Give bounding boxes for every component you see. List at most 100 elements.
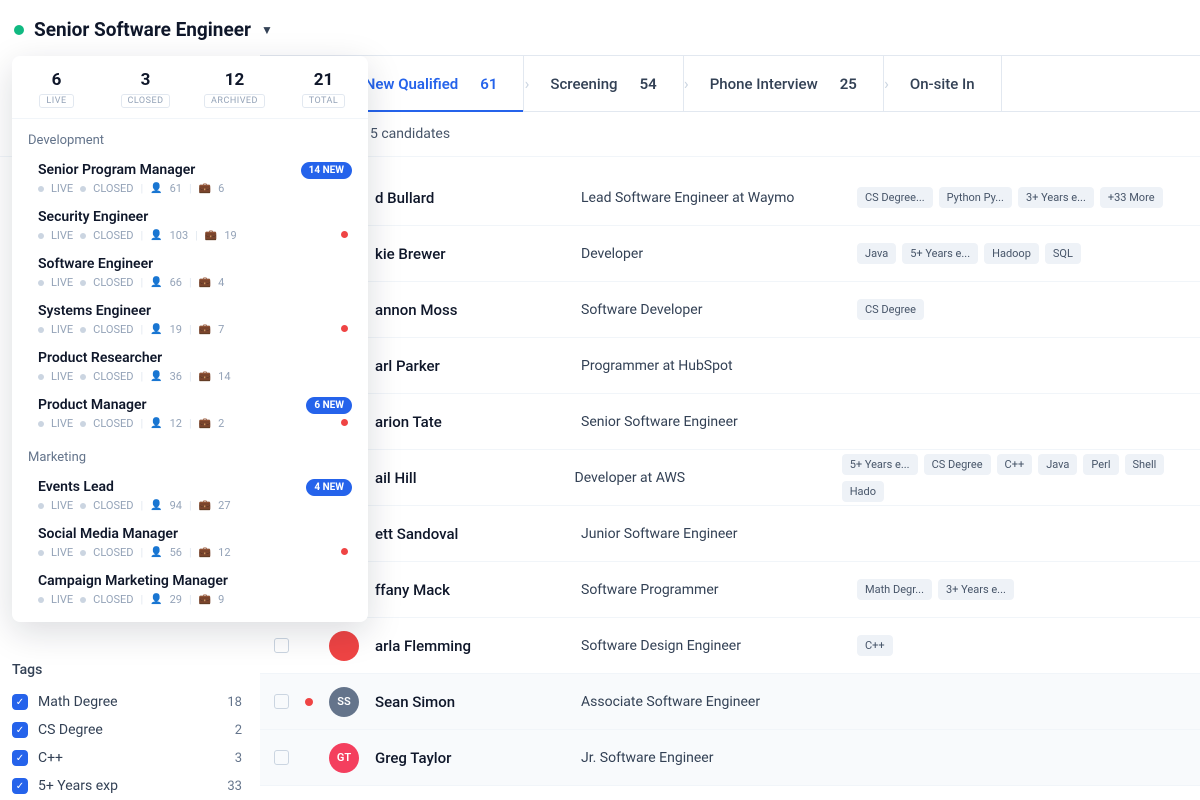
job-item[interactable]: Systems Engineer LIVECLOSED|👤19|💼7 — [12, 295, 368, 342]
stage-label: Phone Interview — [710, 75, 818, 93]
filter-checkbox[interactable]: ✓ — [12, 722, 28, 738]
dot-icon — [38, 503, 44, 509]
stage-label: Screening — [550, 75, 617, 93]
pipeline-stage[interactable]: Screening54› — [524, 56, 683, 111]
candidate-row[interactable]: annon MossSoftware DeveloperCS Degree — [260, 282, 1200, 338]
summary-cell[interactable]: 12ARCHIVED — [190, 56, 279, 118]
dot-icon — [80, 327, 86, 333]
filter-checkbox[interactable]: ✓ — [12, 750, 28, 766]
dot-icon — [80, 374, 86, 380]
tag-list: Java 5+ Years e... Hadoop SQL — [857, 243, 1081, 264]
tag-chip[interactable]: +33 More — [1100, 187, 1163, 208]
pipeline-stage[interactable]: On-site In — [884, 56, 1002, 111]
tag-chip[interactable]: 3+ Years e... — [938, 579, 1014, 600]
new-badge: 6 NEW — [306, 397, 352, 414]
tag-chip[interactable]: Perl — [1083, 454, 1118, 475]
row-checkbox[interactable] — [274, 638, 289, 653]
job-item[interactable]: Events LeadLIVECLOSED|👤94|💼274 NEW — [12, 471, 368, 518]
tag-chip[interactable]: C++ — [857, 635, 893, 656]
summary-cell[interactable]: 6LIVE — [12, 56, 101, 118]
dot-icon — [38, 186, 44, 192]
tag-chip[interactable]: C++ — [997, 454, 1033, 475]
person-icon: 👤 — [150, 594, 162, 605]
sidebar-tags: Tags ✓Math Degree18✓CS Degree2✓C++3✓5+ Y… — [12, 662, 242, 800]
row-checkbox[interactable] — [274, 750, 289, 765]
job-name: Software Engineer — [38, 256, 352, 272]
tag-filter-row[interactable]: ✓Math Degree18 — [12, 688, 242, 716]
job-name: Product Manager — [38, 397, 352, 413]
candidate-row[interactable]: arla FlemmingSoftware Design EngineerC++ — [260, 618, 1200, 674]
alert-dot-icon — [341, 548, 348, 555]
summary-cell[interactable]: 21TOTAL — [279, 56, 368, 118]
candidate-name: arion Tate — [375, 413, 565, 431]
candidate-row[interactable]: ffany MackSoftware ProgrammerMath Degr..… — [260, 562, 1200, 618]
job-item[interactable]: Social Media ManagerLIVECLOSED|👤56|💼12 — [12, 518, 368, 565]
filter-checkbox[interactable]: ✓ — [12, 778, 28, 794]
candidate-name: annon Moss — [375, 301, 565, 319]
candidate-row[interactable]: d BullardLead Software Engineer at Waymo… — [260, 170, 1200, 226]
candidate-title: Associate Software Engineer — [581, 694, 841, 710]
tag-chip[interactable]: 5+ Years e... — [902, 243, 978, 264]
person-icon: 👤 — [150, 418, 162, 429]
job-name: Security Engineer — [38, 209, 352, 225]
tag-filter-row[interactable]: ✓CS Degree2 — [12, 716, 242, 744]
filter-label: 5+ Years exp — [38, 778, 217, 794]
candidate-row[interactable]: arion Tate Senior Software Engineer — [260, 394, 1200, 450]
tag-chip[interactable]: Math Degr... — [857, 579, 932, 600]
filter-count: 18 — [227, 695, 242, 710]
job-item[interactable]: Campaign Marketing ManagerLIVECLOSED|👤29… — [12, 565, 368, 612]
tag-chip[interactable]: SQL — [1045, 243, 1081, 264]
job-item[interactable]: Product ResearcherLIVECLOSED|👤36|💼14 — [12, 342, 368, 389]
summary-count: 3 — [101, 70, 190, 90]
tag-chip[interactable]: 3+ Years e... — [1018, 187, 1094, 208]
tag-chip[interactable]: CS Degree — [857, 299, 924, 320]
job-item[interactable]: Product ManagerLIVECLOSED|👤12|💼26 NEW — [12, 389, 368, 436]
chevron-down-icon[interactable]: ▼ — [261, 23, 273, 37]
tag-chip[interactable]: Java — [1038, 454, 1077, 475]
tag-chip[interactable]: Hadoop — [984, 243, 1039, 264]
dot-icon — [38, 374, 44, 380]
filter-count: 3 — [235, 751, 242, 766]
status-dot-icon — [14, 25, 24, 35]
candidate-title: Senior Software Engineer — [581, 414, 841, 430]
tag-chip[interactable]: CS Degree — [924, 454, 991, 475]
tag-chip[interactable]: Python Py... — [939, 187, 1012, 208]
page-header[interactable]: Senior Software Engineer ▼ — [0, 0, 1200, 55]
tag-chip[interactable]: CS Degree... — [857, 187, 933, 208]
filter-checkbox[interactable]: ✓ — [12, 694, 28, 710]
tag-filter-row[interactable]: ✓5+ Years exp33 — [12, 772, 242, 800]
job-item[interactable]: Senior Program ManagerLIVECLOSED|👤61|💼61… — [12, 154, 368, 201]
tag-chip[interactable]: Hado — [842, 481, 884, 502]
dot-icon — [80, 233, 86, 239]
summary-label: ARCHIVED — [204, 94, 265, 108]
candidate-row[interactable]: ail HillDeveloper at AWS5+ Years e...CS … — [260, 450, 1200, 506]
tag-chip[interactable]: Java — [857, 243, 896, 264]
briefcase-icon: 💼 — [205, 230, 217, 241]
pipeline-stages: 543›New Qualified61›Screening54›Phone In… — [260, 55, 1200, 112]
candidate-row[interactable]: GTGreg TaylorJr. Software Engineer — [260, 730, 1200, 786]
pipeline-stage[interactable]: Phone Interview25› — [684, 56, 884, 111]
dot-icon — [38, 233, 44, 239]
job-meta: LIVECLOSED|👤103|💼19 — [38, 229, 352, 242]
candidate-row[interactable]: kie BrewerDeveloperJava5+ Years e...Hado… — [260, 226, 1200, 282]
candidate-row[interactable]: ett SandovalJunior Software Engineer — [260, 506, 1200, 562]
tag-filter-row[interactable]: ✓C++3 — [12, 744, 242, 772]
dot-icon — [38, 280, 44, 286]
briefcase-icon: 💼 — [199, 183, 211, 194]
job-name: Social Media Manager — [38, 526, 352, 542]
job-item[interactable]: Security Engineer LIVECLOSED|👤103|💼19 — [12, 201, 368, 248]
candidate-row[interactable]: arl ParkerProgrammer at HubSpot — [260, 338, 1200, 394]
job-name: Systems Engineer — [38, 303, 352, 319]
job-item[interactable]: Software EngineerLIVECLOSED|👤66|💼4 — [12, 248, 368, 295]
tag-list: CS Degree — [857, 299, 924, 320]
tag-chip[interactable]: Shell — [1125, 454, 1165, 475]
summary-count: 21 — [279, 70, 368, 90]
avatar: SS — [329, 687, 359, 717]
summary-cell[interactable]: 3 CLOSED — [101, 56, 190, 118]
job-meta: LIVECLOSED|👤19|💼7 — [38, 323, 352, 336]
tag-chip[interactable]: 5+ Years e... — [842, 454, 918, 475]
alert-dot-icon — [341, 231, 348, 238]
candidate-row[interactable]: SSSean SimonAssociate Software Engineer — [260, 674, 1200, 730]
summary-label: CLOSED — [121, 94, 171, 108]
row-checkbox[interactable] — [274, 694, 289, 709]
